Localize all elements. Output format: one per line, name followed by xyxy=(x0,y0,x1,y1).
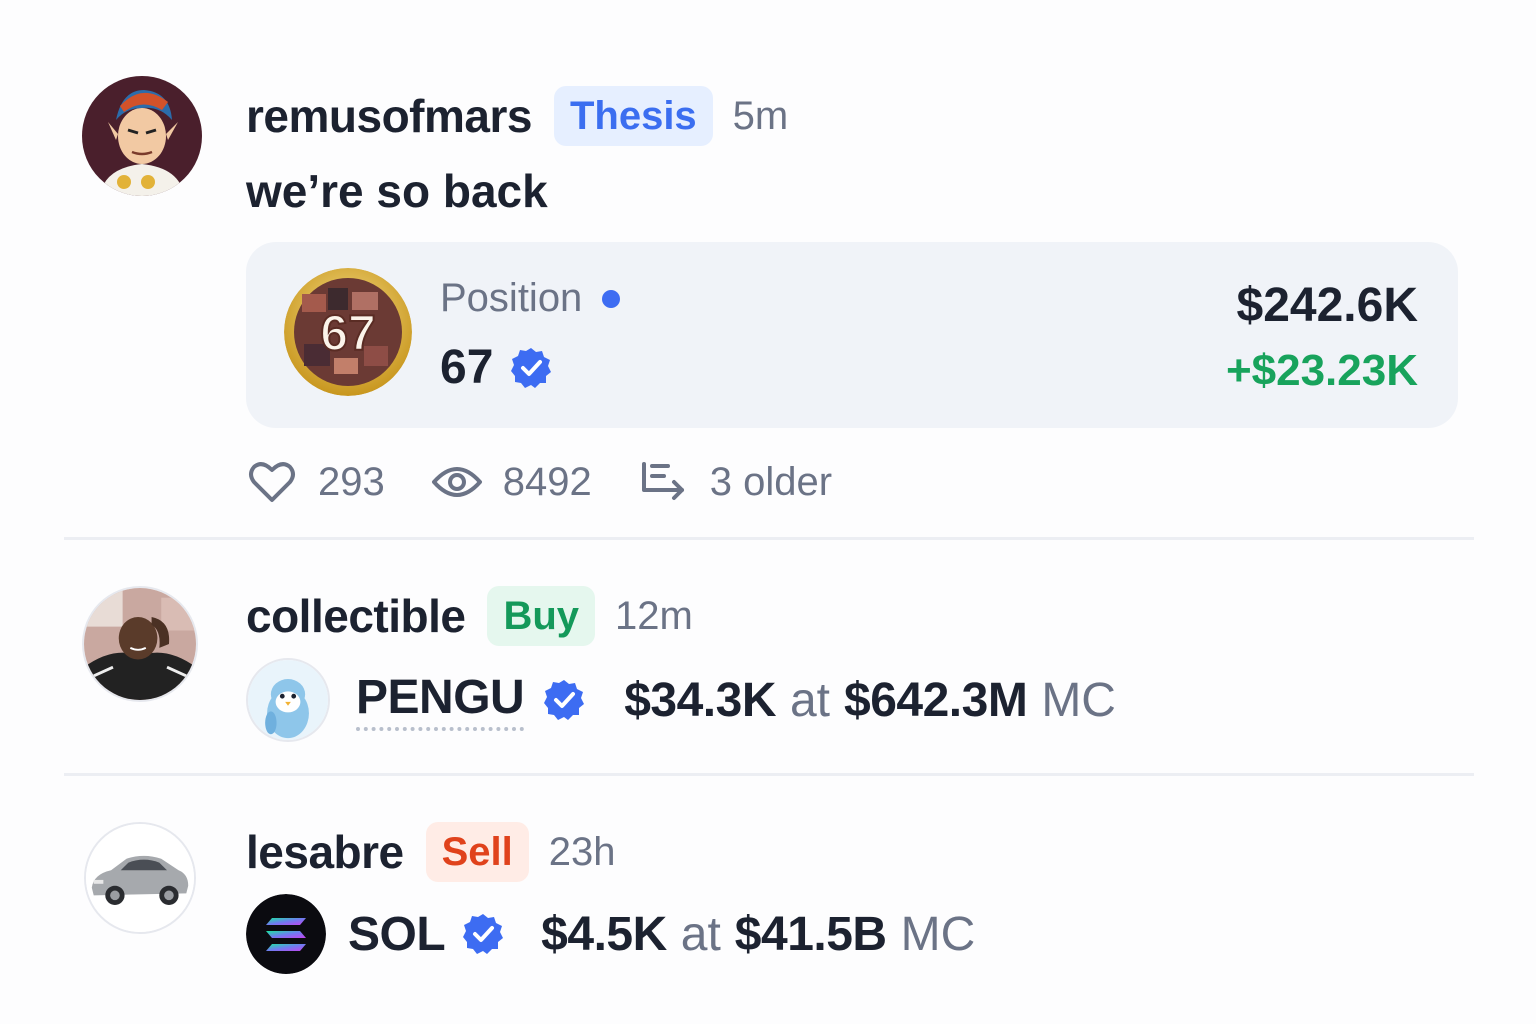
position-pnl: +$23.23K xyxy=(1225,346,1418,395)
trade-amount: $4.5K xyxy=(541,907,667,961)
thread-arrow-icon xyxy=(638,456,690,508)
sell-badge: Sell xyxy=(425,822,529,882)
username[interactable]: collectible xyxy=(246,589,466,643)
like-count: 293 xyxy=(318,459,385,504)
views-stat: 8492 xyxy=(431,456,592,508)
market-cap-value: $41.5B xyxy=(734,907,887,961)
older-count: 3 older xyxy=(709,459,833,504)
position-card[interactable]: 67 Position 67 $242.6K +$23.23K xyxy=(246,242,1458,428)
post-header: collectible Buy 12m xyxy=(246,586,693,646)
like-button[interactable]: 293 xyxy=(246,456,385,508)
post-time: 12m xyxy=(615,593,693,638)
market-cap-value: $642.3M xyxy=(844,673,1028,727)
trade-row: SOL $4.5K at $41.5B MC xyxy=(246,894,975,974)
pengu-icon xyxy=(246,658,330,742)
token-67-icon: 67 xyxy=(284,268,412,396)
token-symbol[interactable]: SOL xyxy=(348,907,446,962)
position-label: Position xyxy=(440,276,583,320)
sol-icon xyxy=(246,894,326,974)
older-posts-button[interactable]: 3 older xyxy=(638,456,832,508)
token-image-text: 67 xyxy=(320,305,376,361)
post-header: lesabre Sell 23h xyxy=(246,822,616,882)
heart-icon xyxy=(246,456,298,508)
divider xyxy=(64,537,1474,540)
post-header: remusofmars Thesis 5m xyxy=(246,86,788,146)
trade-at: at xyxy=(789,673,831,727)
post-text: we’re so back xyxy=(246,165,548,217)
avatar[interactable] xyxy=(84,822,196,934)
post-time: 5m xyxy=(732,93,789,138)
verified-icon xyxy=(509,346,553,390)
live-dot-icon xyxy=(602,289,621,308)
market-cap-label: MC xyxy=(900,907,976,961)
username[interactable]: lesabre xyxy=(246,825,404,879)
buy-badge: Buy xyxy=(487,586,596,646)
avatar[interactable] xyxy=(82,586,198,702)
thesis-badge: Thesis xyxy=(553,86,713,146)
token-symbol[interactable]: PENGU xyxy=(356,670,525,731)
post-stats: 293 8492 3 older xyxy=(246,455,878,509)
verified-icon xyxy=(542,678,586,722)
position-token-name[interactable]: 67 xyxy=(440,340,493,395)
eye-icon xyxy=(431,456,483,508)
trade-at: at xyxy=(680,907,721,961)
divider xyxy=(64,773,1474,776)
trade-row: PENGU $34.3K at $642.3M MC xyxy=(246,658,1116,742)
market-cap-label: MC xyxy=(1041,673,1116,727)
username[interactable]: remusofmars xyxy=(246,89,532,143)
view-count: 8492 xyxy=(502,459,592,504)
position-value: $242.6K xyxy=(1236,279,1418,332)
verified-icon xyxy=(461,912,505,956)
post-time: 23h xyxy=(548,829,616,874)
trade-amount: $34.3K xyxy=(624,673,776,727)
avatar[interactable] xyxy=(82,76,202,196)
